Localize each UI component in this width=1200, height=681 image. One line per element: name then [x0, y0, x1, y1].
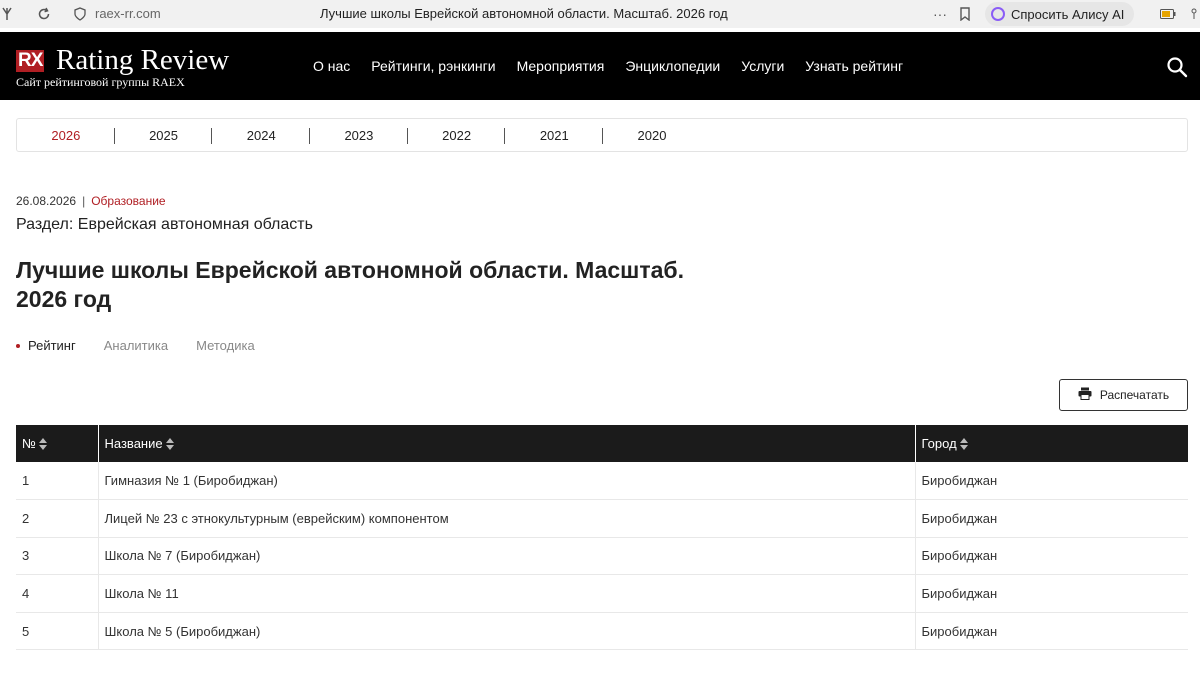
col-header-city-label: Город [921, 436, 957, 451]
table-row: 2 Лицей № 23 с этнокультурным (еврейским… [16, 499, 1188, 538]
cell-rank: 2 [16, 499, 99, 538]
col-header-name[interactable]: Название [98, 425, 916, 462]
cell-city: Биробиджан [915, 499, 1188, 538]
browser-toolbar: raex-rr.com Лучшие школы Еврейской автон… [0, 0, 1200, 28]
cell-rank: 4 [16, 574, 99, 613]
col-header-city[interactable]: Город [915, 425, 1188, 462]
cell-name: Школа № 11 [98, 574, 916, 613]
site-header: RX Rating Review Сайт рейтинговой группы… [0, 32, 1200, 100]
meta-separator: | [82, 194, 86, 208]
site-info-icon[interactable] [70, 0, 90, 28]
section-label: Раздел: Еврейская автономная область [16, 216, 313, 233]
content-tabs: Рейтинг Аналитика Методика [16, 338, 283, 353]
nav-item-events[interactable]: Мероприятия [517, 58, 605, 74]
cell-name: Школа № 7 (Биробиджан) [98, 537, 916, 576]
year-tab-2025[interactable]: 2025 [115, 127, 213, 144]
table-row: 4 Школа № 11 Биробиджан [16, 574, 1188, 613]
year-tabs: 2026 2025 2024 2023 2022 2021 2020 [16, 118, 1188, 152]
sort-icon [165, 437, 174, 450]
year-tab-2023[interactable]: 2023 [310, 127, 408, 144]
nav-item-get-rating[interactable]: Узнать рейтинг [805, 58, 903, 74]
logo-mark: RX [16, 50, 45, 72]
browser-page-title: Лучшие школы Еврейской автономной област… [320, 6, 728, 21]
nav-item-about[interactable]: О нас [313, 58, 350, 74]
table-row: 3 Школа № 7 (Биробиджан) Биробиджан [16, 537, 1188, 576]
cell-name: Гимназия № 1 (Биробиджан) [98, 462, 916, 501]
rating-table: № Название Город 1 Гимназия № 1 (Биробид… [16, 425, 1188, 651]
logo-name: Rating Review [56, 44, 230, 76]
cell-name: Школа № 5 (Биробиджан) [98, 612, 916, 651]
publish-date: 26.08.2026 [16, 194, 77, 208]
tab-rating[interactable]: Рейтинг [16, 338, 76, 353]
tab-rating-label: Рейтинг [28, 338, 76, 353]
col-header-name-label: Название [104, 436, 163, 451]
reload-icon[interactable] [34, 0, 54, 28]
print-button[interactable]: Распечатать [1059, 379, 1188, 411]
address-bar-url[interactable]: raex-rr.com [95, 0, 161, 28]
table-header-row: № Название Город [16, 425, 1188, 462]
ask-alice-label: Спросить Алису AI [1011, 6, 1125, 22]
tab-analytics[interactable]: Аналитика [104, 338, 168, 353]
year-tab-2026[interactable]: 2026 [17, 127, 115, 144]
battery-icon [1158, 0, 1178, 28]
table-row: 5 Школа № 5 (Биробиджан) Биробиджан [16, 612, 1188, 651]
ask-alice-button[interactable]: Спросить Алису AI [985, 2, 1135, 26]
cell-name: Лицей № 23 с этнокультурным (еврейским) … [98, 499, 916, 538]
sort-icon [38, 437, 47, 450]
year-tab-2021[interactable]: 2021 [505, 127, 603, 144]
bookmark-icon[interactable] [955, 0, 975, 28]
cell-city: Биробиджан [915, 574, 1188, 613]
year-tab-2020[interactable]: 2020 [603, 128, 701, 143]
alice-icon [991, 7, 1005, 21]
print-button-label: Распечатать [1099, 388, 1170, 402]
year-tab-2024[interactable]: 2024 [212, 127, 310, 144]
cell-city: Биробиджан [915, 537, 1188, 576]
year-tab-2022[interactable]: 2022 [408, 127, 506, 144]
cell-rank: 3 [16, 537, 99, 576]
printer-icon [1078, 387, 1092, 403]
col-header-rank-label: № [22, 436, 36, 451]
cell-rank: 5 [16, 612, 99, 651]
tab-methodology[interactable]: Методика [196, 338, 255, 353]
sort-icon [959, 437, 968, 450]
page-title: Лучшие школы Еврейской автономной област… [16, 257, 684, 312]
logo-subtitle: Сайт рейтинговой группы RAEX [16, 75, 185, 89]
extension-icon[interactable] [1188, 0, 1200, 28]
yandex-icon[interactable] [0, 0, 14, 28]
active-dot-icon [16, 343, 20, 348]
nav-item-ratings[interactable]: Рейтинги, рэнкинги [371, 58, 495, 74]
nav-item-services[interactable]: Услуги [741, 58, 784, 74]
category-link[interactable]: Образование [91, 194, 165, 208]
col-header-rank[interactable]: № [16, 425, 99, 462]
cell-city: Биробиджан [915, 462, 1188, 501]
table-row: 1 Гимназия № 1 (Биробиджан) Биробиджан [16, 462, 1188, 501]
menu-dots-icon[interactable]: ··· [930, 0, 950, 28]
main-nav: О нас Рейтинги, рэнкинги Мероприятия Энц… [313, 32, 924, 100]
nav-item-encyclopedias[interactable]: Энциклопедии [625, 58, 720, 74]
cell-city: Биробиджан [915, 612, 1188, 651]
cell-rank: 1 [16, 462, 99, 501]
search-icon[interactable] [1166, 56, 1188, 78]
article-meta: 26.08.2026 | Образование [16, 194, 166, 208]
